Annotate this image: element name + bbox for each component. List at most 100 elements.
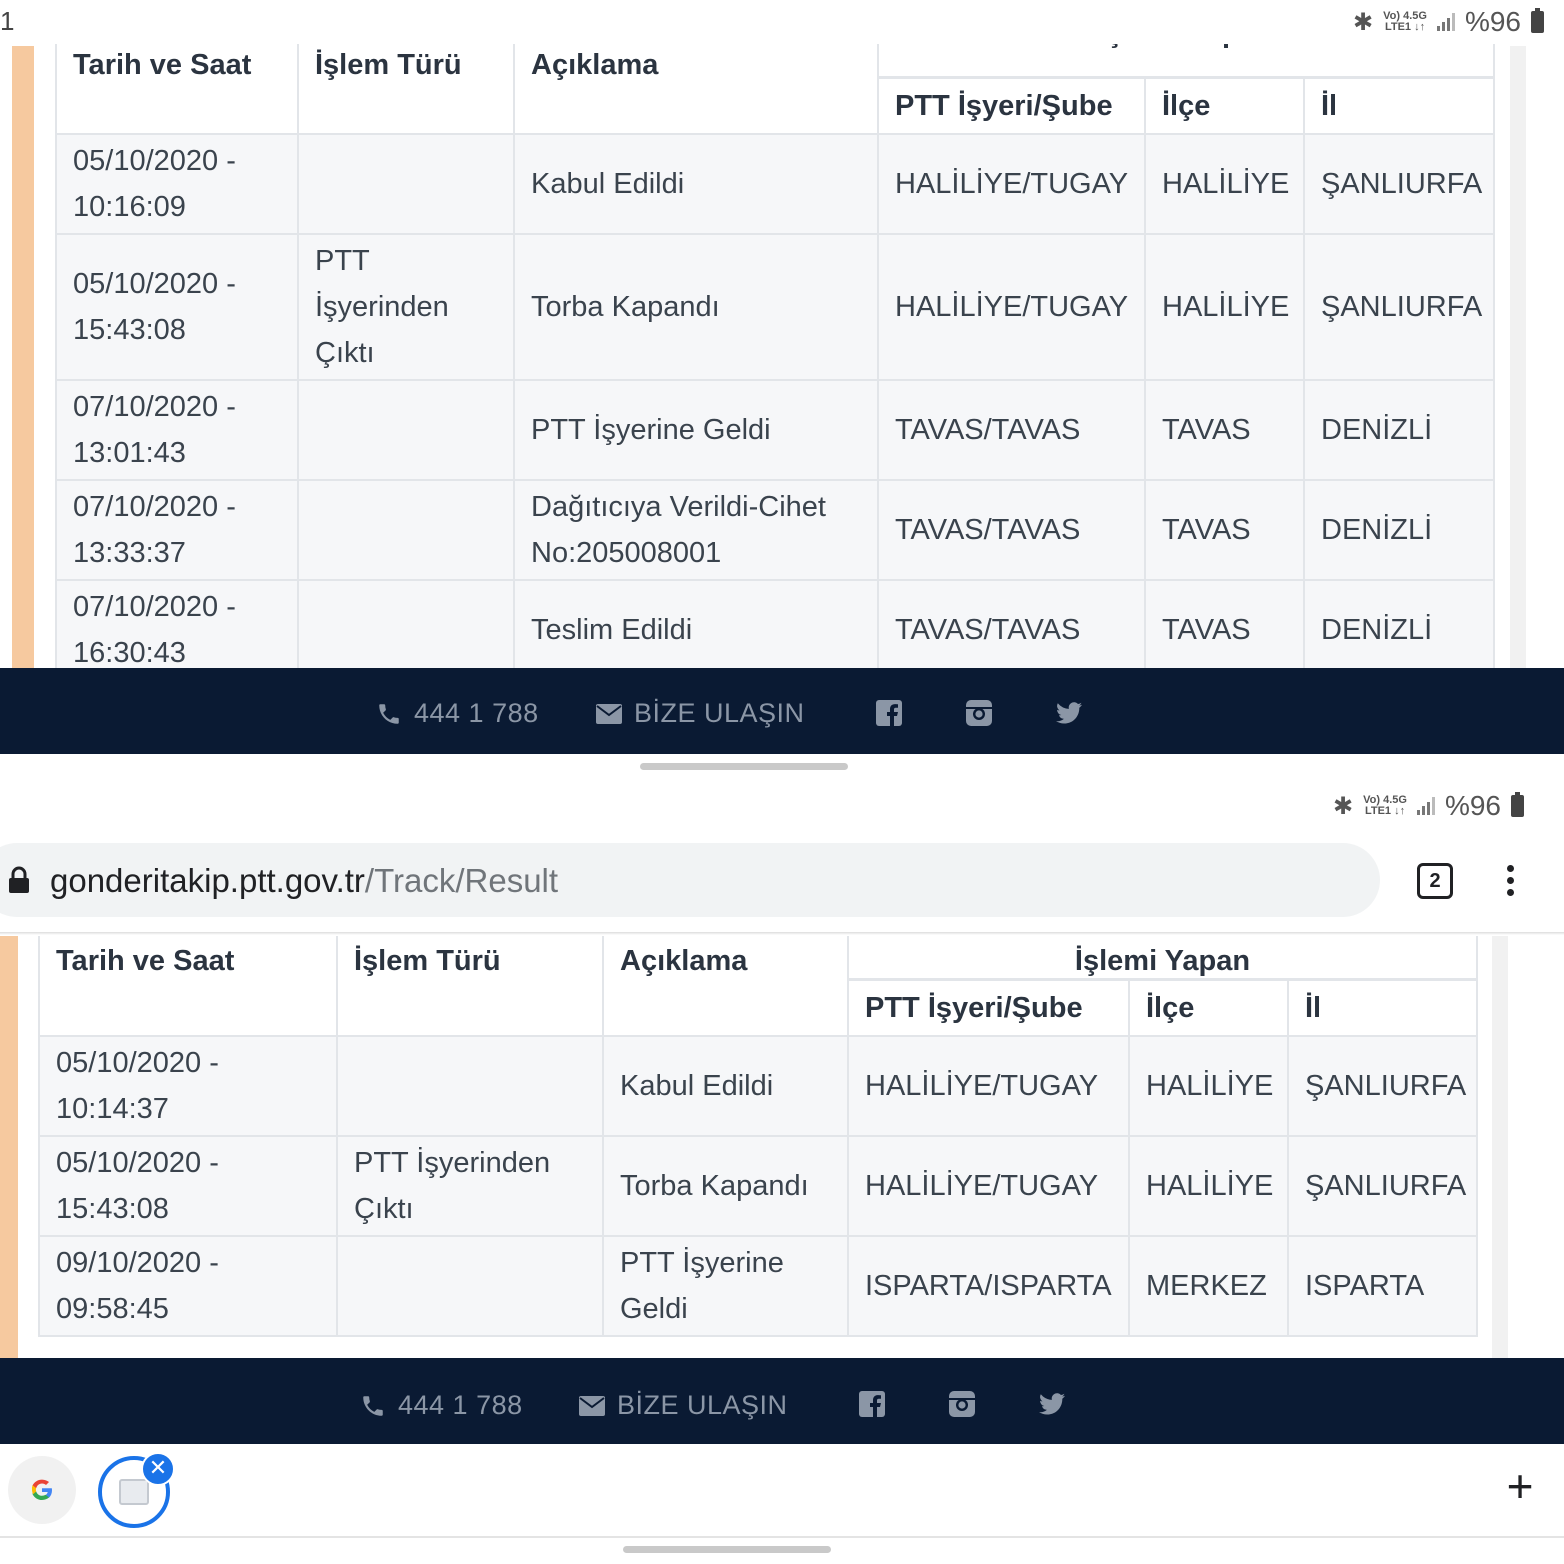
phone-link[interactable]: 444 1 788 [360, 1390, 523, 1421]
cell-description: Teslim Edildi [513, 578, 879, 681]
google-bubble[interactable] [8, 1456, 76, 1524]
mail-icon [596, 703, 622, 724]
card-edge [1510, 46, 1526, 668]
table-row: 07/10/2020 -13:33:37 Dağıtıcıya Verildi-… [55, 478, 1495, 581]
cell-district: HALİLİYE [1128, 1034, 1289, 1137]
header-district: İlçe [1144, 76, 1305, 135]
phone-icon [363, 1395, 383, 1416]
battery-icon [1531, 8, 1544, 33]
cell-description: Torba Kapandı [513, 232, 879, 381]
url-path: /Track/Result [364, 862, 559, 899]
contact-label: BİZE ULAŞIN [634, 698, 805, 728]
phone-link[interactable]: 444 1 788 [376, 698, 539, 729]
drag-handle[interactable] [640, 763, 848, 770]
table-row: 05/10/2020 -15:43:08 PTT İşyerinden Çıkt… [38, 1134, 1478, 1237]
contact-link[interactable]: BİZE ULAŞIN [596, 698, 805, 729]
instagram-icon[interactable] [966, 700, 992, 726]
header-group: İşlemi Yapan [847, 936, 1478, 981]
network-indicator: Vo) 4.5GLTE1 ↓↑ [1383, 10, 1427, 33]
cell-district: HALİLİYE [1144, 132, 1305, 235]
header-description: Açıklama [602, 936, 849, 1037]
header-description: Açıklama [513, 30, 879, 135]
battery-icon [1511, 792, 1524, 817]
cell-district: TAVAS [1144, 578, 1305, 681]
signal-icon [1436, 13, 1455, 31]
table-row: 05/10/2020 -10:16:09 Kabul Edildi HALİLİ… [55, 132, 1495, 235]
cell-province: ŞANLIURFA [1303, 232, 1495, 381]
top-screenshot: 1 ✱ Vo) 4.5GLTE1 ↓↑ %96 Tarih ve Saat İş… [0, 0, 1564, 770]
bottom-table-viewport: Tarih ve Saat İşlem Türü Açıklama İşlemi… [0, 936, 1564, 1358]
home-handle[interactable] [623, 1546, 831, 1553]
cell-branch: ISPARTA/ISPARTA [847, 1234, 1130, 1337]
bluetooth-icon: ✱ [1333, 792, 1354, 820]
cell-province: ŞANLIURFA [1303, 132, 1495, 235]
cell-date: 05/10/2020 -15:43:08 [38, 1134, 338, 1237]
tracking-table: Tarih ve Saat İşlem Türü Açıklama İşlemi… [55, 30, 1495, 681]
bubble-bar [0, 1444, 1564, 1538]
cell-description: PTT İşyerine Geldi [513, 378, 879, 481]
contact-link[interactable]: BİZE ULAŞIN [579, 1390, 788, 1421]
cell-province: DENİZLİ [1303, 478, 1495, 581]
phone-number: 444 1 788 [398, 1390, 523, 1420]
status-backdrop [0, 0, 1564, 44]
cell-type [297, 578, 515, 681]
tracking-table: Tarih ve Saat İşlem Türü Açıklama İşlemi… [38, 936, 1478, 1337]
cell-type: PTT İşyerinden Çıktı [297, 232, 515, 381]
table-row: 05/10/2020 -10:14:37 Kabul Edildi HALİLİ… [38, 1034, 1478, 1137]
phone-number: 444 1 788 [414, 698, 539, 728]
header-branch: PTT İşyeri/Şube [847, 978, 1130, 1037]
cell-date: 05/10/2020 -10:16:09 [55, 132, 299, 235]
cell-type [336, 1034, 604, 1137]
google-icon [31, 1479, 52, 1500]
table-row: 07/10/2020 -13:01:43 PTT İşyerine Geldi … [55, 378, 1495, 481]
cell-province: ŞANLIURFA [1287, 1134, 1478, 1237]
twitter-icon[interactable] [1039, 1393, 1065, 1415]
cell-branch: HALİLİYE/TUGAY [847, 1034, 1130, 1137]
site-footer: 444 1 788 BİZE ULAŞIN [0, 668, 1564, 754]
cell-district: TAVAS [1144, 378, 1305, 481]
cell-description: PTT İşyerine Geldi [602, 1234, 849, 1337]
cell-province: ISPARTA [1287, 1234, 1478, 1337]
plus-icon[interactable]: + [1500, 1463, 1540, 1509]
cell-branch: HALİLİYE/TUGAY [847, 1134, 1130, 1237]
cell-branch: HALİLİYE/TUGAY [877, 132, 1146, 235]
facebook-icon[interactable] [859, 1391, 885, 1417]
app-thumbnail-icon [119, 1479, 149, 1505]
toolbar-divider [0, 932, 1564, 935]
header-branch: PTT İşyeri/Şube [877, 76, 1146, 135]
table-row: 05/10/2020 -15:43:08 PTT İşyerinden Çıkt… [55, 232, 1495, 381]
header-province: İl [1287, 978, 1478, 1037]
accent-stripe [12, 46, 34, 668]
cell-date: 05/10/2020 -15:43:08 [55, 232, 299, 381]
table-row: 07/10/2020 -16:30:43 Teslim Edildi TAVAS… [55, 578, 1495, 681]
header-date: Tarih ve Saat [38, 936, 338, 1037]
header-type: İşlem Türü [297, 30, 515, 135]
network-indicator: Vo) 4.5GLTE1 ↓↑ [1363, 794, 1407, 817]
signal-icon [1416, 797, 1435, 815]
cell-district: HALİLİYE [1128, 1134, 1289, 1237]
table-row: 09/10/2020 -09:58:45 PTT İşyerine Geldi … [38, 1234, 1478, 1337]
instagram-icon[interactable] [949, 1391, 975, 1417]
cell-branch: TAVAS/TAVAS [877, 478, 1146, 581]
header-type: İşlem Türü [336, 936, 604, 1037]
cell-district: HALİLİYE [1144, 232, 1305, 381]
header-province: İl [1303, 76, 1495, 135]
cell-date: 07/10/2020 -16:30:43 [55, 578, 299, 681]
cell-date: 09/10/2020 -09:58:45 [38, 1234, 338, 1337]
cell-province: DENİZLİ [1303, 378, 1495, 481]
menu-button[interactable] [1507, 860, 1514, 901]
url-domain: gonderitakip.ptt.gov.tr [50, 862, 365, 899]
battery-level: %96 [1464, 6, 1521, 37]
close-icon[interactable]: ✕ [141, 1452, 175, 1486]
mail-icon [579, 1395, 605, 1416]
twitter-icon[interactable] [1056, 702, 1082, 724]
contact-label: BİZE ULAŞIN [617, 1390, 788, 1420]
facebook-icon[interactable] [876, 700, 902, 726]
cell-branch: TAVAS/TAVAS [877, 578, 1146, 681]
status-bar: ✱ Vo) 4.5GLTE1 ↓↑ %96 [1353, 6, 1544, 38]
tab-switcher-button[interactable]: 2 [1417, 863, 1453, 899]
header-district: İlçe [1128, 978, 1289, 1037]
url-text[interactable]: gonderitakip.ptt.gov.tr/Track/Result [50, 862, 558, 900]
cell-branch: HALİLİYE/TUGAY [877, 232, 1146, 381]
cell-date: 05/10/2020 -10:14:37 [38, 1034, 338, 1137]
